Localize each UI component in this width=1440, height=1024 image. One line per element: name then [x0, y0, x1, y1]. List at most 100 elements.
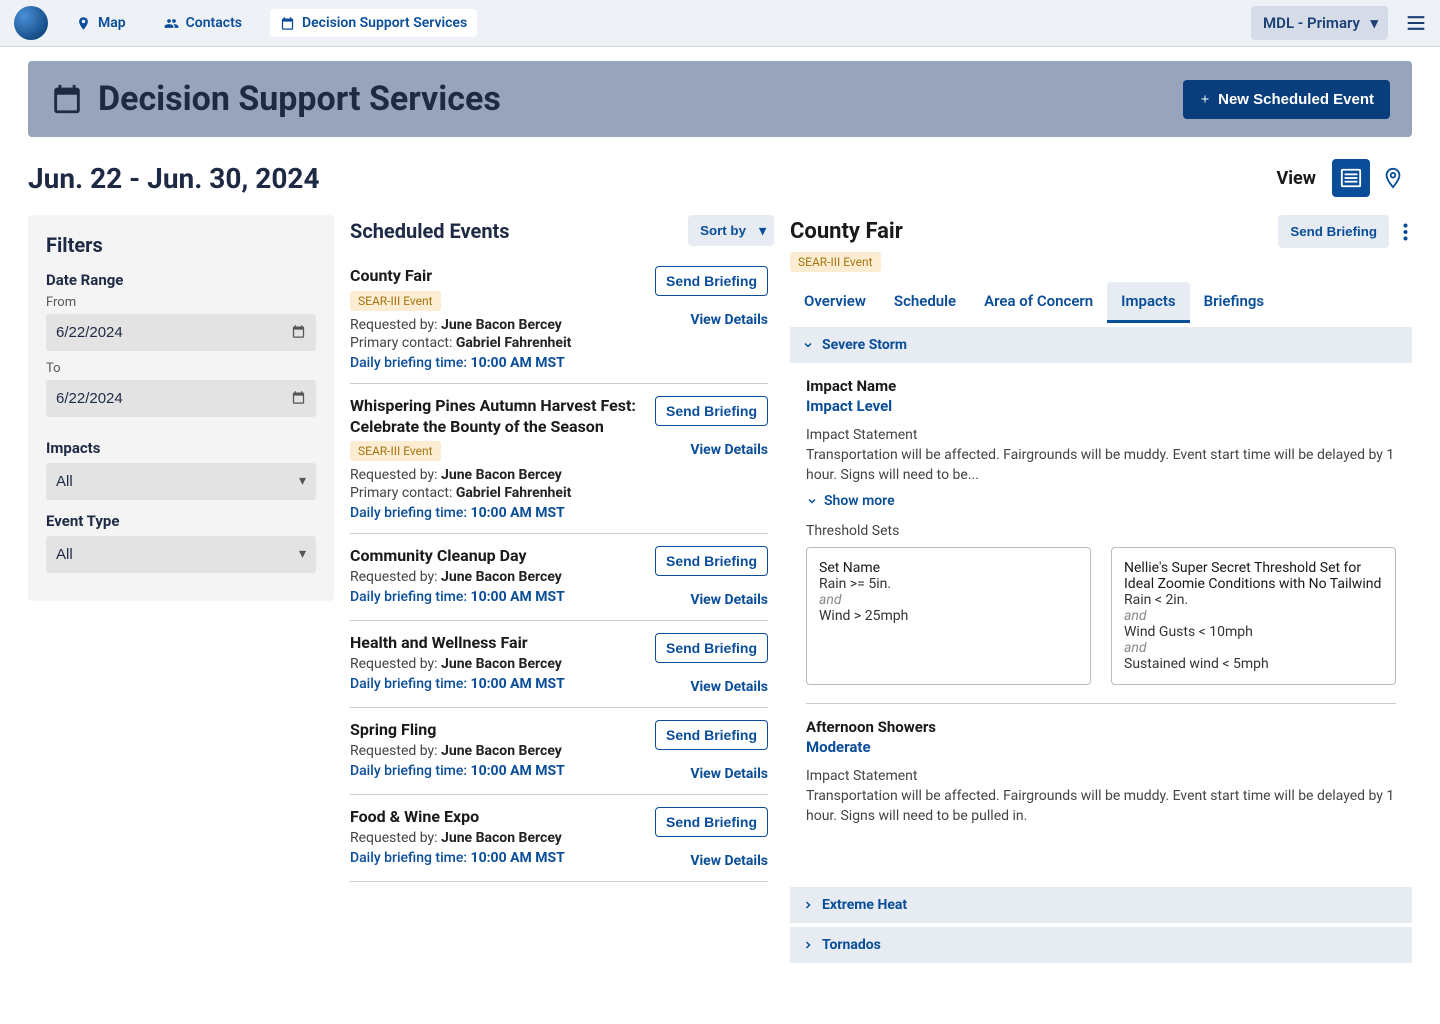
- filter-from-input[interactable]: [46, 314, 316, 351]
- event-name: County Fair: [350, 266, 645, 287]
- event-requested-by: Requested by: June Bacon Bercey: [350, 467, 645, 483]
- impact-statement-text: Transportation will be affected. Fairgro…: [806, 787, 1396, 826]
- new-scheduled-event-button[interactable]: New Scheduled Event: [1183, 80, 1390, 119]
- view-label: View: [1277, 168, 1316, 189]
- detail-badge: SEAR-III Event: [790, 252, 881, 272]
- tab-schedule[interactable]: Schedule: [880, 282, 970, 323]
- filter-event-type-select[interactable]: All: [46, 536, 316, 573]
- pin-icon: [76, 16, 91, 31]
- tab-overview[interactable]: Overview: [790, 282, 880, 323]
- event-name: Whispering Pines Autumn Harvest Fest: Ce…: [350, 396, 645, 438]
- event-actions: Send Briefing View Details: [655, 266, 768, 328]
- detail-send-briefing-button[interactable]: Send Briefing: [1278, 215, 1389, 248]
- sort-by-button[interactable]: Sort by: [688, 215, 774, 246]
- tab-area-of-concern[interactable]: Area of Concern: [970, 282, 1107, 323]
- accordion-severe-storm-label: Severe Storm: [822, 337, 907, 353]
- detail-tabs: OverviewScheduleArea of ConcernImpactsBr…: [790, 282, 1412, 323]
- events-column: Scheduled Events Sort by County FairSEAR…: [350, 215, 774, 978]
- filter-to-input[interactable]: [46, 380, 316, 417]
- event-briefing-time: Daily briefing time: 10:00 AM MST: [350, 355, 645, 371]
- calendar-icon: [280, 16, 295, 31]
- event-actions: Send Briefing View Details: [655, 546, 768, 608]
- filter-impacts-select[interactable]: All: [46, 463, 316, 500]
- chevron-right-icon: [802, 899, 814, 911]
- view-map-button[interactable]: [1374, 159, 1412, 197]
- chevron-down-icon: [802, 339, 814, 351]
- threshold-line: Wind > 25mph: [819, 608, 1078, 624]
- send-briefing-button[interactable]: Send Briefing: [655, 633, 768, 663]
- detail-panel: County Fair Send Briefing SEAR-III Event…: [790, 215, 1412, 963]
- event-requested-by: Requested by: June Bacon Bercey: [350, 743, 645, 759]
- threshold-set-name: Set Name: [819, 560, 1078, 576]
- event-primary-contact: Primary contact: Gabriel Fahrenheit: [350, 485, 645, 501]
- accordion-tornados-label: Tornados: [822, 937, 881, 953]
- top-nav: Map Contacts Decision Support Services M…: [0, 0, 1440, 47]
- impact-level: Moderate: [806, 738, 1396, 756]
- send-briefing-button[interactable]: Send Briefing: [655, 396, 768, 426]
- view-details-link[interactable]: View Details: [690, 592, 768, 608]
- event-item: County FairSEAR-III EventRequested by: J…: [350, 254, 768, 384]
- impact-statement-label: Impact Statement: [806, 427, 1396, 443]
- filter-date-range-label: Date Range: [46, 271, 316, 289]
- impact-statement-label: Impact Statement: [806, 768, 1396, 784]
- chevron-down-small-icon: [806, 495, 818, 507]
- nav-map[interactable]: Map: [66, 9, 136, 37]
- org-select-value: MDL - Primary: [1263, 14, 1360, 32]
- impact-name: Afternoon Showers: [806, 718, 1396, 736]
- event-name: Food & Wine Expo: [350, 807, 645, 828]
- view-details-link[interactable]: View Details: [690, 442, 768, 458]
- impact-statement-text: Transportation will be affected. Fairgro…: [806, 446, 1396, 485]
- event-item: Food & Wine Expo Requested by: June Bacon…: [350, 795, 768, 882]
- send-briefing-button[interactable]: Send Briefing: [655, 720, 768, 750]
- threshold-line: Rain >= 5in.: [819, 576, 1078, 592]
- view-details-link[interactable]: View Details: [690, 312, 768, 328]
- events-list[interactable]: County FairSEAR-III EventRequested by: J…: [350, 254, 774, 978]
- show-more-link[interactable]: Show more: [806, 493, 895, 509]
- event-requested-by: Requested by: June Bacon Bercey: [350, 569, 645, 585]
- nav-map-label: Map: [98, 15, 126, 31]
- send-briefing-button[interactable]: Send Briefing: [655, 807, 768, 837]
- view-details-link[interactable]: View Details: [690, 766, 768, 782]
- view-details-link[interactable]: View Details: [690, 679, 768, 695]
- event-actions: Send Briefing View Details: [655, 807, 768, 869]
- accordion-tornados[interactable]: Tornados: [790, 927, 1412, 963]
- event-requested-by: Requested by: June Bacon Bercey: [350, 317, 645, 333]
- send-briefing-button[interactable]: Send Briefing: [655, 266, 768, 296]
- tab-briefings[interactable]: Briefings: [1190, 282, 1278, 323]
- event-item: Health and Wellness FairRequested by: Ju…: [350, 621, 768, 708]
- send-briefing-button[interactable]: Send Briefing: [655, 546, 768, 576]
- view-list-button[interactable]: [1332, 159, 1370, 197]
- threshold-line: Rain < 2in.: [1124, 592, 1383, 608]
- date-range-row: Jun. 22 - Jun. 30, 2024 View: [28, 159, 1412, 197]
- accordion-severe-storm-body[interactable]: Impact Name Impact Level Impact Statemen…: [790, 363, 1412, 883]
- new-event-btn-label: New Scheduled Event: [1218, 91, 1374, 108]
- people-icon: [164, 16, 179, 31]
- show-more-label: Show more: [824, 493, 895, 509]
- event-item: Spring FlingRequested by: June Bacon Ber…: [350, 708, 768, 795]
- kebab-menu-icon[interactable]: [1399, 219, 1412, 245]
- nav-contacts[interactable]: Contacts: [154, 9, 252, 37]
- event-item: Whispering Pines Autumn Harvest Fest: Ce…: [350, 384, 768, 535]
- filter-event-type-label: Event Type: [46, 512, 316, 530]
- nav-dss[interactable]: Decision Support Services: [270, 9, 477, 37]
- hamburger-icon[interactable]: [1406, 15, 1426, 31]
- view-details-link[interactable]: View Details: [690, 853, 768, 869]
- filter-to-label: To: [46, 361, 316, 376]
- date-range-heading: Jun. 22 - Jun. 30, 2024: [28, 162, 1277, 195]
- event-item: Community Cleanup DayRequested by: June …: [350, 534, 768, 621]
- accordion-severe-storm[interactable]: Severe Storm: [790, 327, 1412, 363]
- event-requested-by: Requested by: June Bacon Bercey: [350, 830, 645, 846]
- calendar-small-icon: [291, 324, 306, 339]
- threshold-sets-label: Threshold Sets: [806, 523, 1396, 539]
- org-select[interactable]: MDL - Primary: [1251, 6, 1388, 40]
- event-name: Health and Wellness Fair: [350, 633, 645, 654]
- accordion-extreme-heat[interactable]: Extreme Heat: [790, 887, 1412, 923]
- threshold-set-name: Nellie's Super Secret Threshold Set for …: [1124, 560, 1383, 592]
- chevron-right-icon: [802, 939, 814, 951]
- tab-impacts[interactable]: Impacts: [1107, 282, 1189, 323]
- impact-name: Impact Name: [806, 377, 1396, 395]
- event-briefing-time: Daily briefing time: 10:00 AM MST: [350, 763, 645, 779]
- impact-level: Impact Level: [806, 397, 1396, 415]
- nav-contacts-label: Contacts: [186, 15, 242, 31]
- page-banner: Decision Support Services New Scheduled …: [28, 61, 1412, 137]
